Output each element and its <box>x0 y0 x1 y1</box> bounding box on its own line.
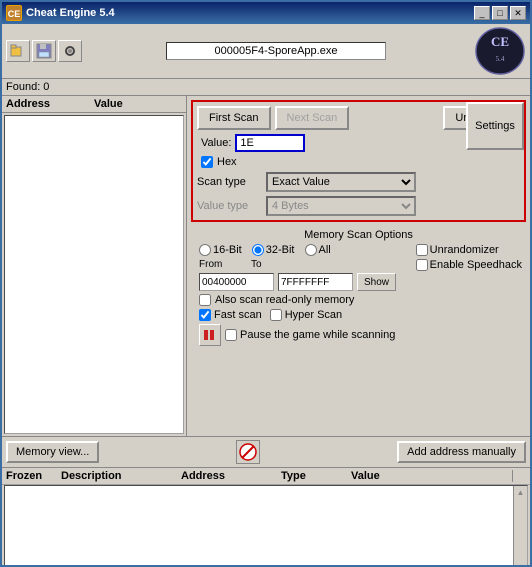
to-label: To <box>251 259 275 270</box>
pause-checkbox[interactable] <box>225 329 237 341</box>
scan-type-select[interactable]: Exact Value <box>266 172 416 192</box>
hyper-scan-label[interactable]: Hyper Scan <box>270 309 342 321</box>
pause-icon-button[interactable] <box>199 324 221 346</box>
svg-text:CE: CE <box>8 9 21 19</box>
stop-button[interactable] <box>236 440 260 464</box>
settings-button[interactable]: Settings <box>466 102 524 150</box>
pause-icon <box>203 328 217 342</box>
maximize-button[interactable]: □ <box>492 6 508 20</box>
next-scan-button[interactable]: Next Scan <box>275 106 350 130</box>
value-input[interactable] <box>235 134 305 152</box>
close-button[interactable]: ✕ <box>510 6 526 20</box>
scan-type-label: Scan type <box>197 176 262 188</box>
found-bar: Found: 0 <box>2 79 530 96</box>
app-icon: CE <box>6 5 22 21</box>
address-table-col-header: Address <box>181 470 281 482</box>
bit16-radio[interactable] <box>199 244 211 256</box>
also-scan-checkbox[interactable] <box>199 294 211 306</box>
type-col-header: Type <box>281 470 351 482</box>
address-table-body: ▲ <box>4 485 528 567</box>
memory-scan-options: Memory Scan Options 16-Bit 32-Bit All <box>191 225 526 350</box>
open-button[interactable] <box>6 40 30 62</box>
minimize-button[interactable]: _ <box>474 6 490 20</box>
add-address-button[interactable]: Add address manually <box>397 441 526 463</box>
options-right: Unrandomizer Enable Speedhack <box>416 244 522 271</box>
bottom-panel: Memory view... Add address manually Froz… <box>2 436 530 567</box>
from-label: From <box>199 259 227 270</box>
frozen-col-header: Frozen <box>6 470 61 482</box>
hyper-scan-checkbox[interactable] <box>270 309 282 321</box>
hex-checkbox[interactable] <box>201 156 213 168</box>
description-col-header: Description <box>61 470 181 482</box>
results-list[interactable] <box>4 115 184 434</box>
ce-logo: CE 5.4 <box>474 26 526 76</box>
window-title: Cheat Engine 5.4 <box>26 7 115 19</box>
bit32-radio-label[interactable]: 32-Bit <box>252 244 295 256</box>
speedhack-label[interactable]: Enable Speedhack <box>416 259 522 271</box>
title-bar: CE Cheat Engine 5.4 _ □ ✕ <box>2 2 530 24</box>
stop-icon <box>239 443 257 461</box>
svg-text:5.4: 5.4 <box>496 55 505 63</box>
value-type-label: Value type <box>197 200 262 212</box>
bit16-radio-label[interactable]: 16-Bit <box>199 244 242 256</box>
hex-label: Hex <box>217 156 237 168</box>
also-scan-label[interactable]: Also scan read-only memory <box>191 294 526 306</box>
all-radio-label[interactable]: All <box>305 244 331 256</box>
found-count: Found: 0 <box>6 81 49 93</box>
unrandomizer-label[interactable]: Unrandomizer <box>416 244 522 256</box>
address-col-header: Address <box>6 98 94 110</box>
fast-scan-label[interactable]: Fast scan <box>199 309 262 321</box>
svg-text:CE: CE <box>491 34 509 49</box>
first-scan-button[interactable]: First Scan <box>197 106 271 130</box>
value-type-select[interactable]: 4 Bytes <box>266 196 416 216</box>
memory-scan-title: Memory Scan Options <box>191 229 526 241</box>
pause-label[interactable]: Pause the game while scanning <box>225 329 395 341</box>
show-button[interactable]: Show <box>357 273 396 291</box>
value-table-col-header: Value <box>351 470 512 482</box>
unrandomizer-checkbox[interactable] <box>416 244 428 256</box>
save-button[interactable] <box>32 40 56 62</box>
memory-view-button[interactable]: Memory view... <box>6 441 99 463</box>
from-input[interactable] <box>199 273 274 291</box>
to-input[interactable] <box>278 273 353 291</box>
value-col-header: Value <box>94 98 182 110</box>
bit32-radio[interactable] <box>252 244 264 256</box>
process-input[interactable] <box>166 42 386 60</box>
scrollbar-up[interactable]: ▲ <box>517 488 525 497</box>
speedhack-checkbox[interactable] <box>416 259 428 271</box>
all-radio[interactable] <box>305 244 317 256</box>
fast-scan-checkbox[interactable] <box>199 309 211 321</box>
value-label: Value: <box>201 137 231 149</box>
settings-toolbar-button[interactable] <box>58 40 82 62</box>
